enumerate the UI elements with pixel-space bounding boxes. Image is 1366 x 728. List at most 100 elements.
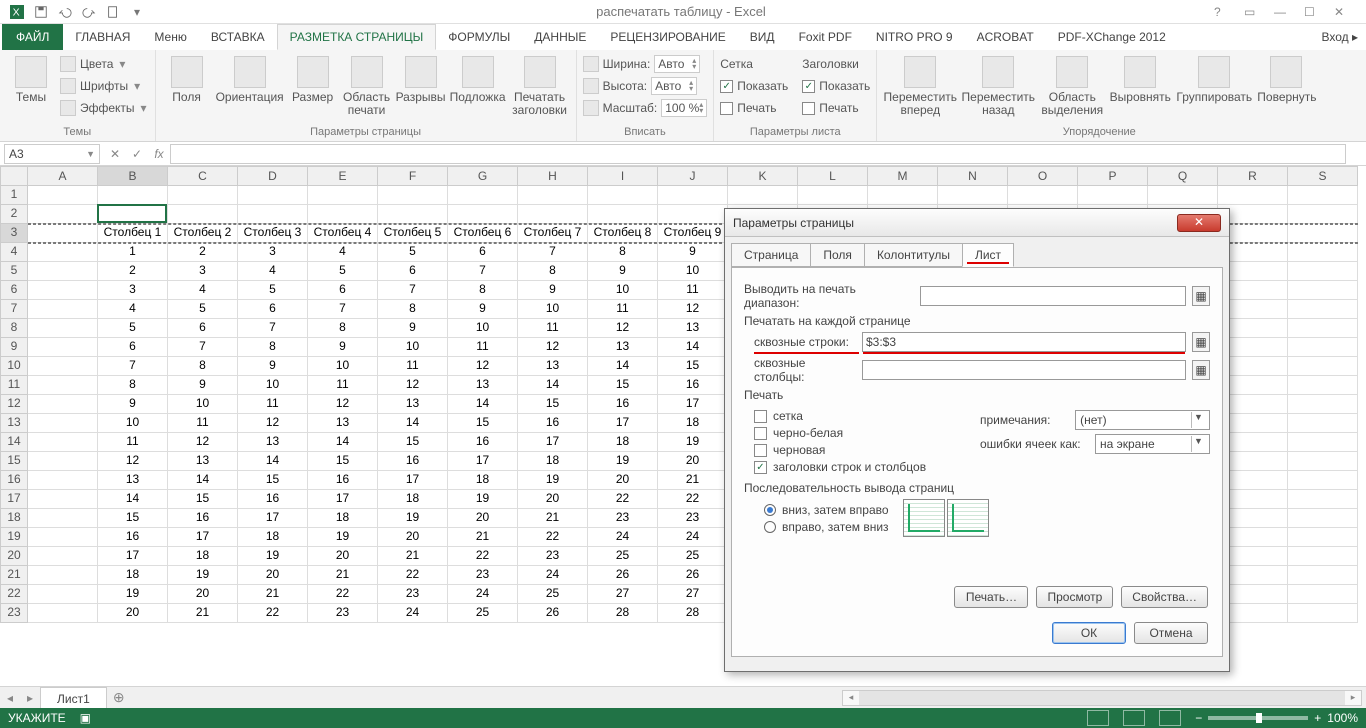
undo-icon[interactable] <box>54 2 76 22</box>
cell[interactable]: 11 <box>378 357 448 376</box>
qat-more-icon[interactable]: ▾ <box>126 2 148 22</box>
cell[interactable]: 13 <box>658 319 728 338</box>
cell[interactable]: 28 <box>588 604 658 623</box>
column-header[interactable]: O <box>1008 166 1078 186</box>
cell[interactable] <box>1288 604 1358 623</box>
cell[interactable]: 6 <box>378 262 448 281</box>
cell[interactable]: 14 <box>98 490 168 509</box>
ribbon-tab[interactable]: ВСТАВКА <box>199 24 277 50</box>
cell[interactable]: 20 <box>518 490 588 509</box>
cell[interactable]: 14 <box>658 338 728 357</box>
cell[interactable]: 16 <box>168 509 238 528</box>
cell[interactable]: 10 <box>588 281 658 300</box>
cell[interactable]: 26 <box>658 566 728 585</box>
cell[interactable]: 10 <box>98 414 168 433</box>
cell[interactable]: 7 <box>238 319 308 338</box>
cell[interactable]: 7 <box>448 262 518 281</box>
cell[interactable]: 4 <box>308 243 378 262</box>
cell[interactable]: 6 <box>168 319 238 338</box>
cell[interactable] <box>28 300 98 319</box>
column-header[interactable]: C <box>168 166 238 186</box>
cell[interactable]: 8 <box>98 376 168 395</box>
cell[interactable] <box>28 376 98 395</box>
cell[interactable]: 12 <box>518 338 588 357</box>
file-tab[interactable]: ФАЙЛ <box>2 24 63 50</box>
formula-input[interactable] <box>170 144 1346 164</box>
row-header[interactable]: 2 <box>0 205 28 224</box>
cell[interactable]: 6 <box>308 281 378 300</box>
dialog-tab[interactable]: Страница <box>731 243 811 267</box>
cell[interactable]: 9 <box>588 262 658 281</box>
cell[interactable] <box>28 319 98 338</box>
cell[interactable]: 11 <box>238 395 308 414</box>
cell[interactable] <box>728 186 798 205</box>
cell[interactable] <box>28 205 98 224</box>
cell[interactable]: 21 <box>238 585 308 604</box>
cell[interactable] <box>518 186 588 205</box>
cancel-button[interactable]: Отмена <box>1134 622 1208 644</box>
cell[interactable]: 17 <box>238 509 308 528</box>
cell[interactable] <box>798 186 868 205</box>
cell[interactable]: 8 <box>448 281 518 300</box>
column-header[interactable]: J <box>658 166 728 186</box>
cell[interactable]: 20 <box>378 528 448 547</box>
cell[interactable]: 17 <box>168 528 238 547</box>
cell[interactable]: 28 <box>658 604 728 623</box>
cell[interactable]: 19 <box>168 566 238 585</box>
cell[interactable]: 19 <box>518 471 588 490</box>
headers-check[interactable]: ✓заголовки строк и столбцов <box>754 460 980 474</box>
colors-button[interactable]: Цвета▾ <box>60 54 149 74</box>
cell[interactable]: 17 <box>448 452 518 471</box>
cell[interactable]: 21 <box>168 604 238 623</box>
send-backward-button[interactable]: Переместить назад <box>961 52 1035 117</box>
cell[interactable]: 5 <box>308 262 378 281</box>
cell[interactable] <box>1288 490 1358 509</box>
range-picker-icon[interactable]: ▦ <box>1192 360 1210 380</box>
cell[interactable]: 17 <box>98 547 168 566</box>
ribbon-tab[interactable]: Foxit PDF <box>787 24 864 50</box>
column-header[interactable]: G <box>448 166 518 186</box>
cell[interactable]: 20 <box>238 566 308 585</box>
cell[interactable] <box>1008 186 1078 205</box>
cell[interactable]: 17 <box>518 433 588 452</box>
cell[interactable]: Столбец 6 <box>448 224 518 243</box>
cell[interactable] <box>1288 414 1358 433</box>
cell[interactable]: 19 <box>448 490 518 509</box>
zoom-value[interactable]: 100% <box>1327 711 1358 725</box>
align-button[interactable]: Выровнять <box>1109 52 1171 104</box>
cell[interactable]: 22 <box>238 604 308 623</box>
scale-field[interactable]: Масштаб:100 %▴▾ <box>583 98 708 118</box>
cell[interactable]: 12 <box>588 319 658 338</box>
ribbon-tab[interactable]: ДАННЫЕ <box>522 24 598 50</box>
cell[interactable]: 5 <box>238 281 308 300</box>
cell[interactable]: 9 <box>658 243 728 262</box>
row-header[interactable]: 5 <box>0 262 28 281</box>
cell[interactable]: 11 <box>98 433 168 452</box>
cell[interactable] <box>28 357 98 376</box>
cell[interactable]: 21 <box>448 528 518 547</box>
sheet-tab[interactable]: Лист1 <box>40 687 107 709</box>
cell[interactable]: 8 <box>588 243 658 262</box>
ribbon-options-icon[interactable]: ▭ <box>1244 5 1272 19</box>
cell[interactable]: 15 <box>168 490 238 509</box>
selection-pane-button[interactable]: Область выделения <box>1039 52 1105 117</box>
column-header[interactable]: P <box>1078 166 1148 186</box>
row-header[interactable]: 12 <box>0 395 28 414</box>
cell[interactable]: 15 <box>518 395 588 414</box>
cell[interactable]: 7 <box>168 338 238 357</box>
name-box[interactable]: A3▼ <box>4 144 100 164</box>
cell[interactable]: 10 <box>168 395 238 414</box>
cell[interactable]: 15 <box>588 376 658 395</box>
cell[interactable]: 14 <box>308 433 378 452</box>
cell[interactable] <box>28 585 98 604</box>
close-icon[interactable]: ✕ <box>1334 5 1362 19</box>
group-button[interactable]: Группировать <box>1175 52 1253 104</box>
cell[interactable]: 25 <box>588 547 658 566</box>
column-header[interactable]: K <box>728 166 798 186</box>
cell[interactable]: 16 <box>98 528 168 547</box>
cell[interactable] <box>308 205 378 224</box>
cell[interactable] <box>1288 262 1358 281</box>
rotate-button[interactable]: Повернуть <box>1257 52 1315 104</box>
page-break-view-icon[interactable] <box>1159 710 1181 726</box>
cell[interactable]: Столбец 9 <box>658 224 728 243</box>
